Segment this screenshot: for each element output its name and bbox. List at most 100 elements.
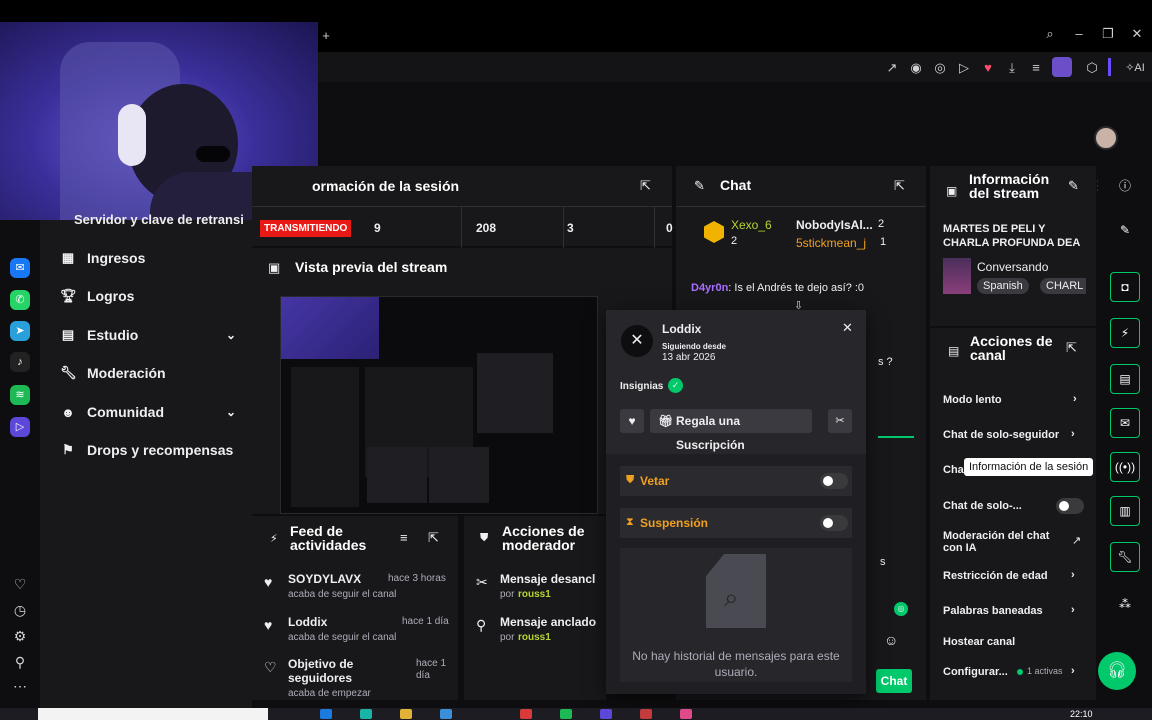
preview-video[interactable]: [280, 296, 598, 514]
chat-bubble-icon[interactable]: ✉: [1110, 408, 1140, 438]
edit-icon[interactable]: ✎: [1068, 178, 1079, 194]
nodes-icon[interactable]: ⁂: [1110, 590, 1140, 620]
tag-chip[interactable]: CHARL: [1040, 278, 1086, 294]
chat-send-button[interactable]: Chat: [876, 669, 912, 693]
mod-tools-button[interactable]: ✂: [828, 409, 852, 433]
avatar[interactable]: [1094, 126, 1118, 150]
more-icon[interactable]: ⋯: [10, 676, 30, 696]
nav-item-logros[interactable]: 🏆︎ Logros: [60, 284, 250, 308]
taskbar-app-icon[interactable]: [400, 709, 412, 719]
leader-name[interactable]: NobodyIsAl...: [796, 218, 873, 232]
cube-icon[interactable]: ⬡: [1084, 60, 1100, 76]
taskbar-search[interactable]: [38, 708, 268, 720]
taskbar-app-icon[interactable]: [360, 709, 372, 719]
tiktok-icon[interactable]: ♪: [10, 352, 30, 372]
session-info-panel: ormación de la sesión ⇱ TRANSMITIENDO 9 …: [252, 166, 673, 249]
taskbar-app-icon[interactable]: [520, 709, 532, 719]
ban-icon: ⛊: [626, 474, 635, 486]
filter-icon[interactable]: ≡: [400, 530, 408, 545]
info-icon[interactable]: ⓘ: [1110, 172, 1140, 202]
verified-badge-icon[interactable]: ✓: [668, 378, 683, 393]
mod-action-by[interactable]: rouss1: [518, 589, 551, 600]
play-icon[interactable]: ▷: [956, 60, 972, 76]
search-icon[interactable]: ⌕: [1042, 26, 1058, 42]
taskbar-app-icon[interactable]: [600, 709, 612, 719]
taskbar-app-icon[interactable]: [680, 709, 692, 719]
taskbar-app-icon[interactable]: [560, 709, 572, 719]
chevron-right-icon: ›: [1071, 428, 1075, 440]
close-icon[interactable]: ✕: [1129, 26, 1145, 42]
wrench-icon[interactable]: 🔧︎: [1110, 542, 1140, 572]
nav-item-moderacion[interactable]: 🔧︎ Moderación: [60, 361, 250, 385]
spotify-icon[interactable]: ≋: [10, 385, 30, 405]
leader-name[interactable]: 5stickmean_j: [796, 236, 866, 250]
gift-sub-button[interactable]: 🎁︎ Regala una Suscripción: [650, 409, 812, 452]
action-age-restriction[interactable]: Restricción de edad ›: [943, 569, 1093, 582]
popout-icon[interactable]: ⇱: [1066, 340, 1077, 356]
chat-message[interactable]: D4yr0n: Is el Andrés te dejo así? :0: [691, 282, 864, 294]
emote-icon[interactable]: ☺: [884, 632, 898, 648]
ban-row[interactable]: ⛊ Vetar: [620, 466, 852, 496]
close-icon[interactable]: ✕: [842, 320, 853, 336]
leader-name[interactable]: Xexo_6: [731, 218, 772, 232]
nav-item-label: Logros: [87, 288, 135, 304]
lightning-icon[interactable]: ⚡︎: [1110, 318, 1140, 348]
card-username[interactable]: Loddix: [662, 322, 701, 336]
heart-outline-icon[interactable]: ♡: [10, 574, 30, 594]
popout-icon[interactable]: ⇱: [428, 530, 439, 546]
clock-icon[interactable]: ◷: [10, 600, 30, 620]
taskbar-app-icon[interactable]: [440, 709, 452, 719]
action-host-channel[interactable]: Hostear canal: [943, 636, 1015, 648]
camera-icon[interactable]: ◉: [908, 60, 924, 76]
nav-item-ingresos[interactable]: ▦ Ingresos: [60, 246, 250, 270]
extension-icon[interactable]: [1052, 57, 1072, 77]
clip-icon[interactable]: ◘: [1110, 272, 1140, 302]
messenger-icon[interactable]: ✉: [10, 258, 30, 278]
timeout-toggle[interactable]: [820, 515, 848, 531]
restore-icon[interactable]: ❐: [1100, 26, 1116, 42]
new-tab-icon[interactable]: +: [318, 28, 334, 44]
mod-action-by[interactable]: rouss1: [518, 632, 551, 643]
minimize-icon[interactable]: –: [1071, 26, 1087, 42]
nav-item-comunidad[interactable]: ☻ Comunidad ⌄: [60, 400, 250, 424]
subs-only-toggle[interactable]: [1056, 498, 1084, 514]
ai-icon[interactable]: ✧AI: [1122, 60, 1148, 76]
action-configure[interactable]: Configurar... 1 activas ›: [943, 665, 1093, 678]
notes-icon[interactable]: ▤: [1110, 364, 1140, 394]
gear-icon[interactable]: ⚙: [10, 626, 30, 646]
telegram-icon[interactable]: ➤: [10, 321, 30, 341]
shield-icon[interactable]: ◎: [932, 60, 948, 76]
external-link-icon[interactable]: ↗: [1072, 534, 1081, 547]
action-banned-words[interactable]: Palabras baneadas ›: [943, 604, 1093, 617]
share-icon[interactable]: ↗: [884, 60, 900, 76]
menu-icon[interactable]: ≡: [1028, 60, 1044, 76]
whatsapp-icon[interactable]: ✆: [10, 290, 30, 310]
timeout-row[interactable]: ⧗ Suspensión: [620, 508, 852, 538]
pencil-icon[interactable]: ✎: [1110, 216, 1140, 246]
taskbar-app-icon[interactable]: [640, 709, 652, 719]
chat-message-user[interactable]: D4yr0n: [691, 282, 728, 294]
ban-toggle[interactable]: [820, 473, 848, 489]
action-slow-mode[interactable]: Modo lento ›: [943, 393, 1093, 406]
popout-icon[interactable]: ⇱: [640, 178, 651, 194]
tag-chip[interactable]: Spanish: [977, 278, 1029, 294]
layout-icon[interactable]: ▥: [1110, 496, 1140, 526]
config-badge: 1 activas: [1027, 666, 1063, 676]
nav-item-estudio[interactable]: ▤ Estudio ⌄: [60, 323, 250, 347]
nav-item-drops[interactable]: ⚑ Drops y recompensas: [60, 438, 250, 462]
action-ai-mod[interactable]: Moderación del chat con IA: [943, 530, 1063, 554]
lightbulb-icon[interactable]: ⚲: [10, 652, 30, 672]
app-icon[interactable]: ▷: [10, 417, 30, 437]
chevron-down-icon: ⌄: [225, 405, 236, 419]
action-partial[interactable]: Cha: [943, 464, 964, 476]
broadcast-icon[interactable]: ((•)): [1110, 452, 1140, 482]
popout-icon[interactable]: ⇱: [894, 178, 905, 194]
action-followers-only[interactable]: Chat de solo-seguidor ›: [943, 428, 1093, 441]
download-icon[interactable]: ⤓: [1004, 60, 1020, 76]
headset-icon[interactable]: 🎧︎: [1098, 652, 1136, 690]
taskbar-app-icon[interactable]: [320, 709, 332, 719]
category-name[interactable]: Conversando: [977, 260, 1048, 274]
points-icon[interactable]: ◎: [894, 602, 908, 616]
heart-button[interactable]: ♥: [620, 409, 644, 433]
heart-icon[interactable]: ♥: [980, 60, 996, 76]
